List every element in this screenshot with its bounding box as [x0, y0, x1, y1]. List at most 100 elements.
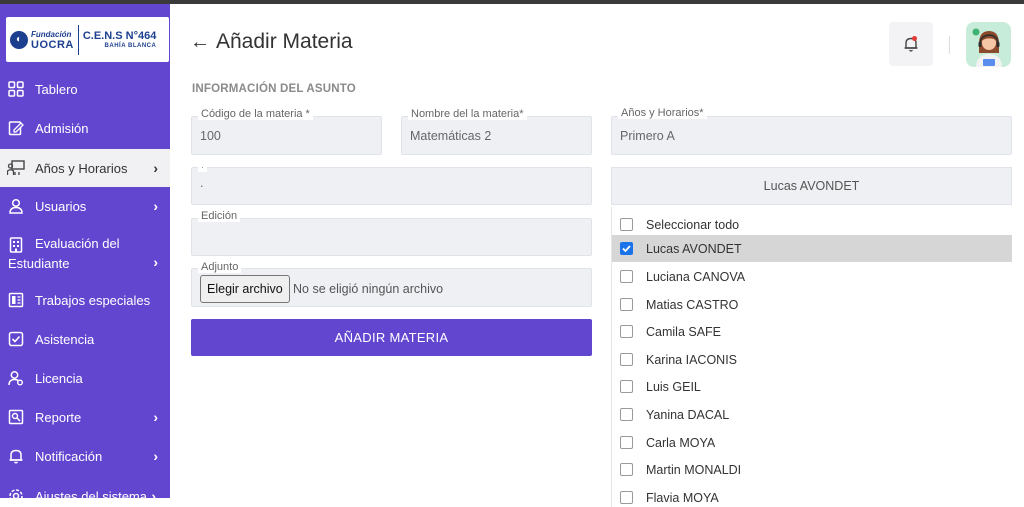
- list-item[interactable]: Yanina DACAL: [612, 401, 1012, 428]
- chevron-right-icon: ›: [153, 409, 158, 425]
- option-label: Camila SAFE: [646, 324, 722, 339]
- adjunto-label: Adjunto: [198, 261, 242, 273]
- sidebar-item-label: Ajustes del sistema: [35, 488, 147, 499]
- codigo-value: 100: [200, 129, 221, 143]
- uocra-logo-icon: ◐: [10, 30, 28, 49]
- edicion-label: Edición: [198, 210, 241, 222]
- edicion-field[interactable]: Edición: [191, 210, 592, 256]
- sidebar-item-ajustes[interactable]: Ajustes del sistema ›: [0, 482, 170, 498]
- sidebar-item-label: Admisión: [35, 120, 89, 136]
- teacher-select[interactable]: Lucas AVONDET: [611, 167, 1012, 205]
- logo-cens: C.E.N.S N°464: [82, 30, 157, 42]
- nombre-label: Nombre del la materia*: [408, 108, 527, 120]
- option-label: Seleccionar todo: [646, 217, 740, 232]
- chevron-right-icon: ›: [151, 488, 156, 498]
- checkbox[interactable]: [620, 325, 633, 338]
- sidebar-item-label: Usuarios: [35, 198, 87, 214]
- add-subject-button[interactable]: AÑADIR MATERIA: [191, 319, 592, 356]
- list-item[interactable]: Lucas AVONDET: [612, 235, 1012, 262]
- sidebar-item-label-line2: Estudiante: [8, 256, 70, 271]
- sidebar: ◐ Fundación UOCRA C.E.N.S N°464 BAHÍA BL…: [0, 4, 170, 498]
- bell-icon: [904, 36, 918, 52]
- user-license-icon: [7, 369, 25, 387]
- adjunto-field: Adjunto Elegir archivo No se eligió ning…: [191, 261, 592, 307]
- checkbox[interactable]: [620, 380, 633, 393]
- sidebar-item-label: Trabajos especiales: [35, 292, 151, 308]
- list-item[interactable]: Carla MOYA: [612, 429, 1012, 456]
- user-icon: [7, 197, 25, 215]
- page-title: Añadir Materia: [216, 30, 353, 53]
- sidebar-item-reporte[interactable]: Reporte ›: [0, 403, 170, 431]
- choose-file-button[interactable]: Elegir archivo: [200, 275, 290, 303]
- checkbox-checked[interactable]: [620, 242, 633, 255]
- checkbox-icon: [7, 330, 25, 348]
- sidebar-item-label: Evaluación del: [35, 236, 120, 251]
- chevron-right-icon: ›: [153, 160, 158, 176]
- logo-uocra: UOCRA: [31, 38, 74, 51]
- list-item[interactable]: Karina IACONIS: [612, 346, 1012, 373]
- sidebar-item-tablero[interactable]: Tablero: [0, 75, 170, 103]
- school-logo[interactable]: ◐ Fundación UOCRA C.E.N.S N°464 BAHÍA BL…: [6, 17, 169, 62]
- sidebar-item-label: Licencia: [35, 370, 83, 386]
- list-item[interactable]: Camila SAFE: [612, 318, 1012, 345]
- book-icon: [7, 291, 25, 309]
- checkbox[interactable]: [620, 298, 633, 311]
- teacher-options-list: Seleccionar todo Lucas AVONDET Luciana C…: [611, 207, 1012, 507]
- option-label: Carla MOYA: [646, 435, 716, 450]
- checkbox[interactable]: [620, 218, 633, 231]
- checkbox[interactable]: [620, 353, 633, 366]
- checkbox[interactable]: [620, 463, 633, 476]
- building-icon: [7, 236, 25, 254]
- sidebar-item-admision[interactable]: Admisión: [0, 114, 170, 142]
- avatar[interactable]: [966, 22, 1011, 67]
- unnamed-field[interactable]: · .: [191, 163, 592, 205]
- sidebar-item-asistencia[interactable]: Asistencia: [0, 325, 170, 353]
- section-label: INFORMACIÓN DEL ASUNTO: [192, 83, 356, 95]
- list-item[interactable]: Matias CASTRO: [612, 291, 1012, 318]
- checkbox[interactable]: [620, 436, 633, 449]
- option-select-all[interactable]: Seleccionar todo: [612, 211, 1012, 238]
- chevron-right-icon: ›: [153, 448, 158, 464]
- option-label: Matias CASTRO: [646, 297, 739, 312]
- unnamed-value: .: [200, 176, 204, 190]
- option-label: Luis GEIL: [646, 379, 701, 394]
- edit-icon: [7, 119, 25, 137]
- sidebar-item-usuarios[interactable]: Usuarios ›: [0, 192, 170, 220]
- gear-icon: [7, 487, 25, 498]
- option-label: Karina IACONIS: [646, 352, 738, 367]
- file-status: No se eligió ningún archivo: [293, 282, 444, 296]
- user-avatar-icon: [972, 28, 1002, 67]
- chevron-right-icon: ›: [153, 254, 158, 270]
- anios-label: Años y Horarios*: [618, 107, 707, 119]
- report-icon: [7, 408, 25, 426]
- nombre-value: Matemáticas 2: [410, 129, 492, 143]
- sidebar-item-anios-horarios[interactable]: Años y Horarios ›: [0, 149, 170, 187]
- option-label: Yanina DACAL: [646, 407, 730, 422]
- sidebar-item-label: Notificación: [35, 448, 103, 464]
- list-item[interactable]: Luciana CANOVA: [612, 263, 1012, 290]
- checkbox[interactable]: [620, 408, 633, 421]
- sidebar-item-label: Años y Horarios: [35, 160, 128, 176]
- sidebar-item-trabajos[interactable]: Trabajos especiales: [0, 286, 170, 314]
- sidebar-item-licencia[interactable]: Licencia: [0, 364, 170, 392]
- logo-divider: [77, 24, 79, 55]
- header-divider: [949, 36, 950, 54]
- sidebar-item-label: Reporte: [35, 409, 82, 425]
- sidebar-item-evaluacion[interactable]: Evaluación del Estudiante ›: [0, 234, 170, 274]
- codigo-field[interactable]: Código de la materia * 100: [191, 108, 382, 155]
- option-label: Martin MONALDI: [646, 462, 742, 477]
- arrow-left-icon[interactable]: ←: [190, 31, 210, 54]
- list-item[interactable]: Flavia MOYA: [612, 484, 1012, 507]
- main-content: ← Añadir Materia INFORMACIÓN DEL ASUNTO …: [170, 4, 1024, 507]
- list-item[interactable]: Martin MONALDI: [612, 456, 1012, 483]
- list-item[interactable]: Luis GEIL: [612, 373, 1012, 400]
- anios-horarios-select[interactable]: Años y Horarios* Primero A: [611, 107, 1012, 155]
- sidebar-item-notificacion[interactable]: Notificación ›: [0, 442, 170, 470]
- page-header: ← Añadir Materia: [190, 30, 353, 54]
- notifications-button[interactable]: [889, 22, 933, 66]
- checkbox[interactable]: [620, 270, 633, 283]
- check-icon: [622, 245, 631, 253]
- option-label: Lucas AVONDET: [646, 241, 742, 256]
- classroom-icon: [7, 159, 25, 177]
- nombre-field[interactable]: Nombre del la materia* Matemáticas 2: [401, 108, 592, 155]
